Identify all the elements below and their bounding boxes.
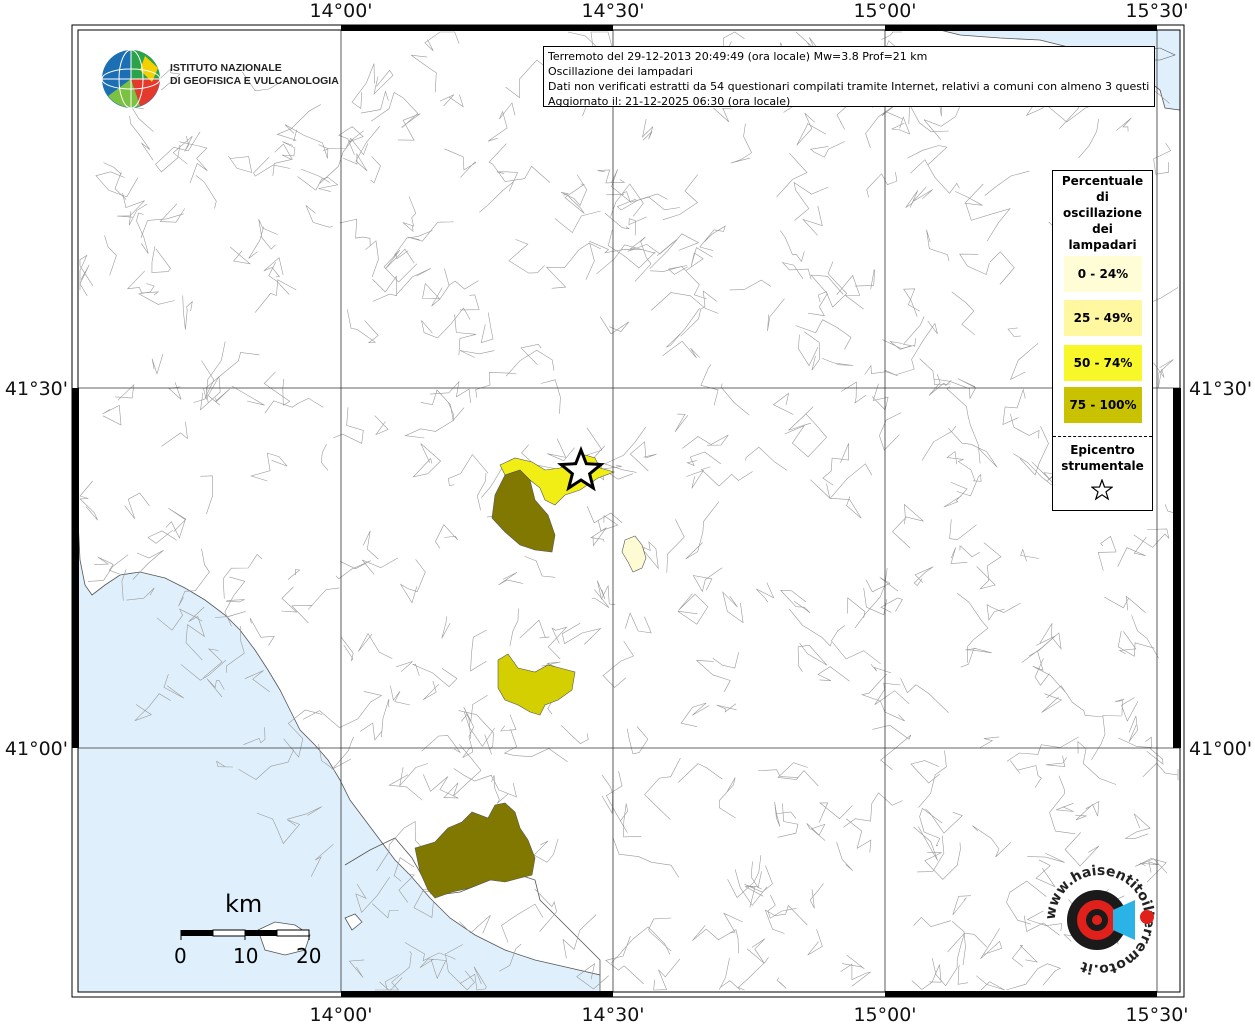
scale-unit: km [225,890,263,918]
legend-class-label: 50 - 74% [1073,356,1133,370]
event-info-line: Terremoto del 29-12-2013 20:49:49 (ora l… [548,50,928,63]
left-tick-label: 41°00' [5,738,68,760]
legend-title: Percentuale di oscillazione dei lampadar… [1053,173,1152,253]
bottom-tick-labels: 14°00' 14°30' 15°00' 15°30' [309,1004,1188,1026]
hsit-logo: www.haisentitoilterremoto.it [1035,855,1165,985]
right-tick-label: 41°30' [1189,378,1252,400]
legend-class-0-24: 0 - 24% [1064,256,1142,292]
top-tick-label: 14°30' [581,0,644,22]
left-tick-labels: 41°30' 41°00' [5,378,68,760]
globe-icon [101,49,161,109]
hsit-logo-icon: www.haisentitoilterremoto.it [1043,863,1158,977]
event-info-line: Oscillazione dei lampadari [548,65,693,78]
legend-separator [1053,436,1152,437]
top-tick-label: 15°30' [1125,0,1188,22]
bottom-tick-label: 14°00' [309,1004,372,1024]
legend-class-25-49: 25 - 49% [1064,300,1142,336]
event-info-line: Dati non verificati estratti da 54 quest… [548,80,1150,93]
legend-title-line: oscillazione [1063,206,1142,220]
legend-class-label: 75 - 100% [1069,398,1137,412]
top-tick-label: 15°00' [853,0,916,22]
scale-tick-10: 10 [233,944,259,968]
bottom-tick-label: 15°00' [853,1004,916,1024]
legend-title-line: dei [1092,222,1113,236]
event-info-line: Aggiornato il: 21-12-2025 06:30 (ora loc… [548,95,791,108]
legend-title-line: di [1096,190,1109,204]
ingv-line-1: ISTITUTO NAZIONALE [170,62,282,74]
scale-tick-0: 0 [174,944,187,968]
legend-class-label: 25 - 49% [1073,311,1133,325]
event-info-box: Terremoto del 29-12-2013 20:49:49 (ora l… [543,46,1155,108]
legend-class-label: 0 - 24% [1077,267,1129,281]
right-tick-label: 41°00' [1189,738,1252,760]
legend-class-50-74: 50 - 74% [1064,345,1142,381]
bottom-tick-label: 15°30' [1125,1004,1188,1024]
left-tick-label: 41°30' [5,378,68,400]
legend-title-line: lampadari [1068,238,1137,252]
legend-star-icon [1091,479,1113,501]
top-tick-label: 14°00' [309,0,372,22]
right-tick-labels: 41°30' 41°00' [1189,378,1252,760]
legend-title-line: Percentuale [1061,174,1144,188]
legend-epicenter-line: Epicentro [1070,443,1135,457]
top-tick-labels: 14°00' 14°30' 15°00' 15°30' [309,0,1188,22]
ingv-line-2: DI GEOFISICA E VULCANOLOGIA [170,75,339,87]
ingv-name: ISTITUTO NAZIONALE DI GEOFISICA E VULCAN… [170,62,339,88]
legend: Percentuale di oscillazione dei lampadar… [1052,170,1153,511]
bottom-tick-label: 14°30' [581,1004,644,1024]
scale-tick-20: 20 [296,944,322,968]
legend-epicenter-line: strumentale [1061,459,1144,473]
legend-class-75-100: 75 - 100% [1064,387,1142,423]
legend-epicenter-label: Epicentro strumentale [1053,442,1152,474]
